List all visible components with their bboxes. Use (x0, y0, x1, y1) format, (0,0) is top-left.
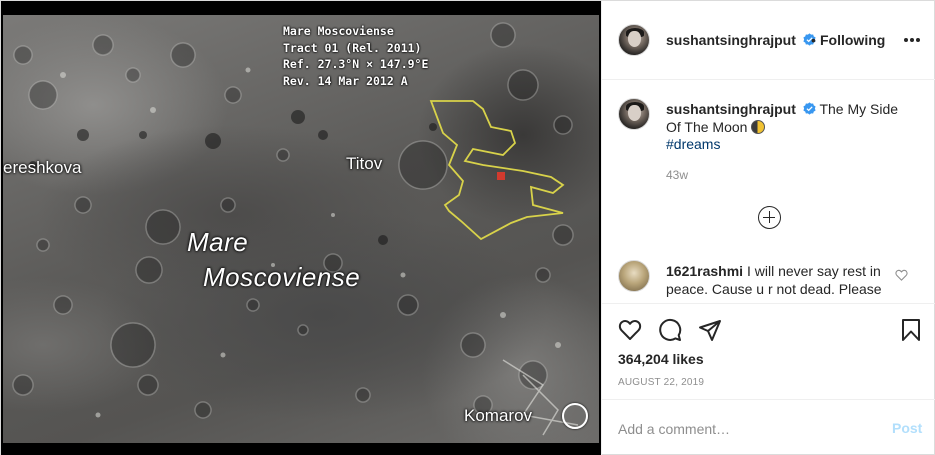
post-caption: sushantsinghrajput The My Side Of The Mo… (666, 100, 916, 136)
caption-username[interactable]: sushantsinghrajput (666, 101, 796, 117)
map-info-line: Tract 01 (Rel. 2011) (283, 40, 422, 55)
map-label-moscoviense: Moscoviense (203, 262, 361, 292)
following-button[interactable]: Following (820, 32, 885, 48)
comment-username[interactable]: 1621rashmi (666, 263, 743, 279)
post-photo[interactable]: Mare Moscoviense Tract 01 (Rel. 2011) Re… (1, 1, 601, 455)
map-label-komarov: Komarov (464, 406, 533, 425)
map-label-mare: Mare (187, 227, 249, 257)
post-sidebar: sushantsinghrajput • Following sushantsi… (601, 1, 935, 455)
more-horizontal-icon[interactable] (904, 38, 920, 42)
post-date[interactable]: AUGUST 22, 2019 (618, 377, 704, 388)
map-label-titov: Titov (346, 154, 383, 173)
heart-icon[interactable] (618, 318, 642, 342)
hashtag-dreams[interactable]: #dreams (666, 136, 720, 152)
map-info-line: Mare Moscoviense (283, 24, 394, 38)
tract-outline (429, 100, 565, 241)
tract-marker (497, 172, 505, 180)
comment-composer: Post (602, 399, 935, 455)
map-info-line: Rev. 14 Mar 2012 A (283, 73, 408, 88)
comment-item: 1621rashmi I will never say rest in peac… (666, 262, 886, 298)
avatar[interactable] (618, 98, 650, 130)
comments-section: sushantsinghrajput The My Side Of The Mo… (602, 81, 935, 303)
post-container: Mare Moscoviense Tract 01 (Rel. 2011) Re… (0, 0, 935, 455)
share-icon[interactable] (698, 318, 722, 342)
avatar[interactable] (618, 24, 650, 56)
plus-circle-icon[interactable] (758, 206, 781, 229)
post-header: sushantsinghrajput • Following (602, 1, 935, 80)
post-comment-button[interactable]: Post (892, 420, 922, 436)
map-info-line: Ref. 27.3°N × 147.9°E (283, 57, 429, 71)
caption-timestamp[interactable]: 43w (666, 168, 688, 182)
moon-icon (751, 120, 766, 134)
header-separator: • (811, 32, 816, 48)
bookmark-icon[interactable] (899, 318, 923, 342)
header-username-block: sushantsinghrajput (666, 32, 816, 50)
comment-heart-icon[interactable] (895, 269, 908, 281)
comment-input[interactable] (618, 419, 868, 439)
likes-count[interactable]: 364,204 likes (618, 351, 704, 367)
map-info-overlay: Mare Moscoviense Tract 01 (Rel. 2011) Re… (283, 23, 428, 89)
post-actions: 364,204 likes AUGUST 22, 2019 Post (602, 303, 935, 455)
header-username[interactable]: sushantsinghrajput (666, 32, 796, 48)
map-label-reshkova: ereshkova (3, 158, 82, 177)
verified-badge-icon (803, 102, 816, 115)
komarov-crater-ring (562, 403, 588, 429)
avatar[interactable] (618, 260, 650, 292)
comment-icon[interactable] (658, 318, 682, 342)
